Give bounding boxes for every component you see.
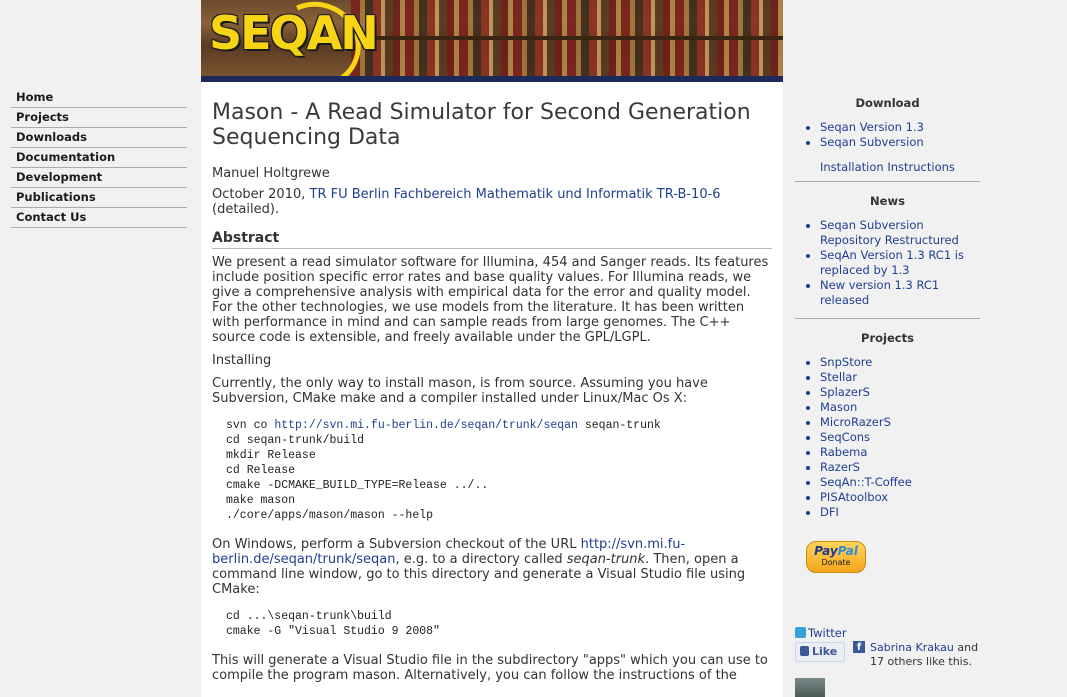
installation-instructions-link[interactable]: Installation Instructions (820, 160, 955, 174)
twitter-bird-icon (795, 627, 806, 638)
project-link-pisatoolbox[interactable]: PISAtoolbox (820, 490, 888, 504)
download-link-subversion[interactable]: Seqan Subversion (820, 135, 924, 149)
project-item: Stellar (820, 370, 980, 385)
windows-dir-name: seqan-trunk (566, 552, 646, 567)
nav-home[interactable]: Home (11, 88, 187, 108)
project-link-seqcons[interactable]: SeqCons (820, 430, 870, 444)
project-item: SplazerS (820, 385, 980, 400)
nav-development[interactable]: Development (11, 168, 187, 188)
project-link-mason[interactable]: Mason (820, 400, 857, 414)
project-item: PISAtoolbox (820, 490, 980, 505)
unix-install-code: svn co http://svn.mi.fu-berlin.de/seqan/… (226, 418, 772, 523)
author-name: Manuel Holtgrewe (212, 166, 330, 181)
nav-projects[interactable]: Projects (11, 108, 187, 128)
right-sidebar: Download Seqan Version 1.3 Seqan Subvers… (795, 94, 980, 520)
paypal-logo: PayPal (807, 544, 865, 558)
project-link-microrazers[interactable]: MicroRazerS (820, 415, 891, 429)
facebook-icon: f (853, 641, 865, 653)
project-item: RazerS (820, 460, 980, 475)
shelf-divider (351, 36, 783, 40)
nav-contact-us[interactable]: Contact Us (11, 208, 187, 228)
download-heading: Download (855, 96, 920, 110)
nav-publications[interactable]: Publications (11, 188, 187, 208)
sidebar-divider (795, 181, 980, 182)
news-heading: News (870, 194, 905, 208)
donate-label: Donate (821, 558, 851, 567)
thumbs-up-icon (800, 646, 809, 656)
code-svn-prefix: svn co (226, 419, 275, 432)
news-item: New version 1.3 RC1 released (820, 278, 980, 308)
projects-list: SnpStore Stellar SplazerS Mason MicroRaz… (795, 355, 980, 520)
news-list: Seqan Subversion Repository Restructured… (795, 218, 980, 308)
avatar[interactable] (795, 678, 825, 697)
facebook-friend-link[interactable]: Sabrina Krakau (870, 641, 954, 654)
news-link[interactable]: Seqan Subversion Repository Restructured (820, 218, 959, 247)
header-banner[interactable]: SEQAN (201, 0, 783, 82)
main-content: Mason - A Read Simulator for Second Gene… (201, 82, 783, 697)
abstract-heading: Abstract (212, 231, 772, 249)
site-logo[interactable]: SEQAN (209, 6, 379, 60)
installing-text: Currently, the only way to install mason… (212, 376, 708, 406)
download-item: Seqan Version 1.3 (820, 120, 980, 135)
project-item: SeqAn::T-Coffee (820, 475, 980, 490)
abstract-text: We present a read simulator software for… (212, 255, 769, 345)
nav-documentation[interactable]: Documentation (11, 148, 187, 168)
publication-info: October 2010, TR FU Berlin Fachbereich M… (212, 187, 772, 217)
project-item: Mason (820, 400, 980, 415)
news-link[interactable]: New version 1.3 RC1 released (820, 278, 939, 307)
twitter-link[interactable]: Twitter (808, 626, 847, 640)
project-item: DFI (820, 505, 980, 520)
svn-url-link[interactable]: http://svn.mi.fu-berlin.de/seqan/trunk/s… (274, 419, 578, 432)
download-link-seqan-1-3[interactable]: Seqan Version 1.3 (820, 120, 924, 134)
news-link[interactable]: SeqAn Version 1.3 RC1 is replaced by 1.3 (820, 248, 964, 277)
windows-instructions: On Windows, perform a Subversion checkou… (212, 537, 772, 597)
facebook-like-button[interactable]: Like (795, 642, 845, 662)
nav-downloads[interactable]: Downloads (11, 128, 187, 148)
page-title: Mason - A Read Simulator for Second Gene… (212, 100, 751, 150)
project-link-splazers[interactable]: SplazerS (820, 385, 870, 399)
facebook-likes-text: Sabrina Krakau and 17 others like this. (870, 641, 990, 669)
date-suffix: (detailed). (212, 202, 280, 217)
closing-text: This will generate a Visual Studio file … (212, 653, 768, 683)
project-item: MicroRazerS (820, 415, 980, 430)
tech-report-link[interactable]: TR FU Berlin Fachbereich Mathematik und … (310, 187, 721, 202)
project-link-seqan-tcoffee[interactable]: SeqAn::T-Coffee (820, 475, 912, 489)
code-svn-suffix: seqan-trunk (577, 419, 661, 432)
sidebar-divider (795, 318, 980, 319)
news-item: Seqan Subversion Repository Restructured (820, 218, 980, 248)
windows-install-code: cd ...\seqan-trunk\build cmake -G "Visua… (226, 610, 440, 638)
paypal-donate-button[interactable]: PayPal Donate (806, 541, 866, 573)
project-link-snpstore[interactable]: SnpStore (820, 355, 872, 369)
download-list: Seqan Version 1.3 Seqan Subversion (795, 120, 980, 150)
code-build-steps: cd seqan-trunk/build mkdir Release cd Re… (226, 434, 489, 522)
download-item: Seqan Subversion (820, 135, 980, 150)
news-item: SeqAn Version 1.3 RC1 is replaced by 1.3 (820, 248, 980, 278)
like-label: Like (812, 645, 838, 658)
project-item: SeqCons (820, 430, 980, 445)
paypal-logo-pay: Pay (814, 544, 838, 558)
projects-heading: Projects (861, 331, 914, 345)
project-link-dfi[interactable]: DFI (820, 505, 839, 519)
paypal-logo-pal: Pal (837, 544, 858, 558)
left-navigation: Home Projects Downloads Documentation De… (11, 88, 187, 228)
twitter-widget[interactable]: Twitter (795, 626, 847, 640)
windows-mid: , e.g. to a directory called (395, 552, 567, 567)
date-prefix: October 2010, (212, 187, 310, 202)
project-link-rabema[interactable]: Rabema (820, 445, 867, 459)
project-link-stellar[interactable]: Stellar (820, 370, 857, 384)
installing-heading: Installing (212, 353, 272, 368)
project-item: Rabema (820, 445, 980, 460)
windows-prefix: On Windows, perform a Subversion checkou… (212, 537, 581, 552)
install-instructions-row: Installation Instructions (795, 160, 980, 175)
project-link-razers[interactable]: RazerS (820, 460, 860, 474)
project-item: SnpStore (820, 355, 980, 370)
